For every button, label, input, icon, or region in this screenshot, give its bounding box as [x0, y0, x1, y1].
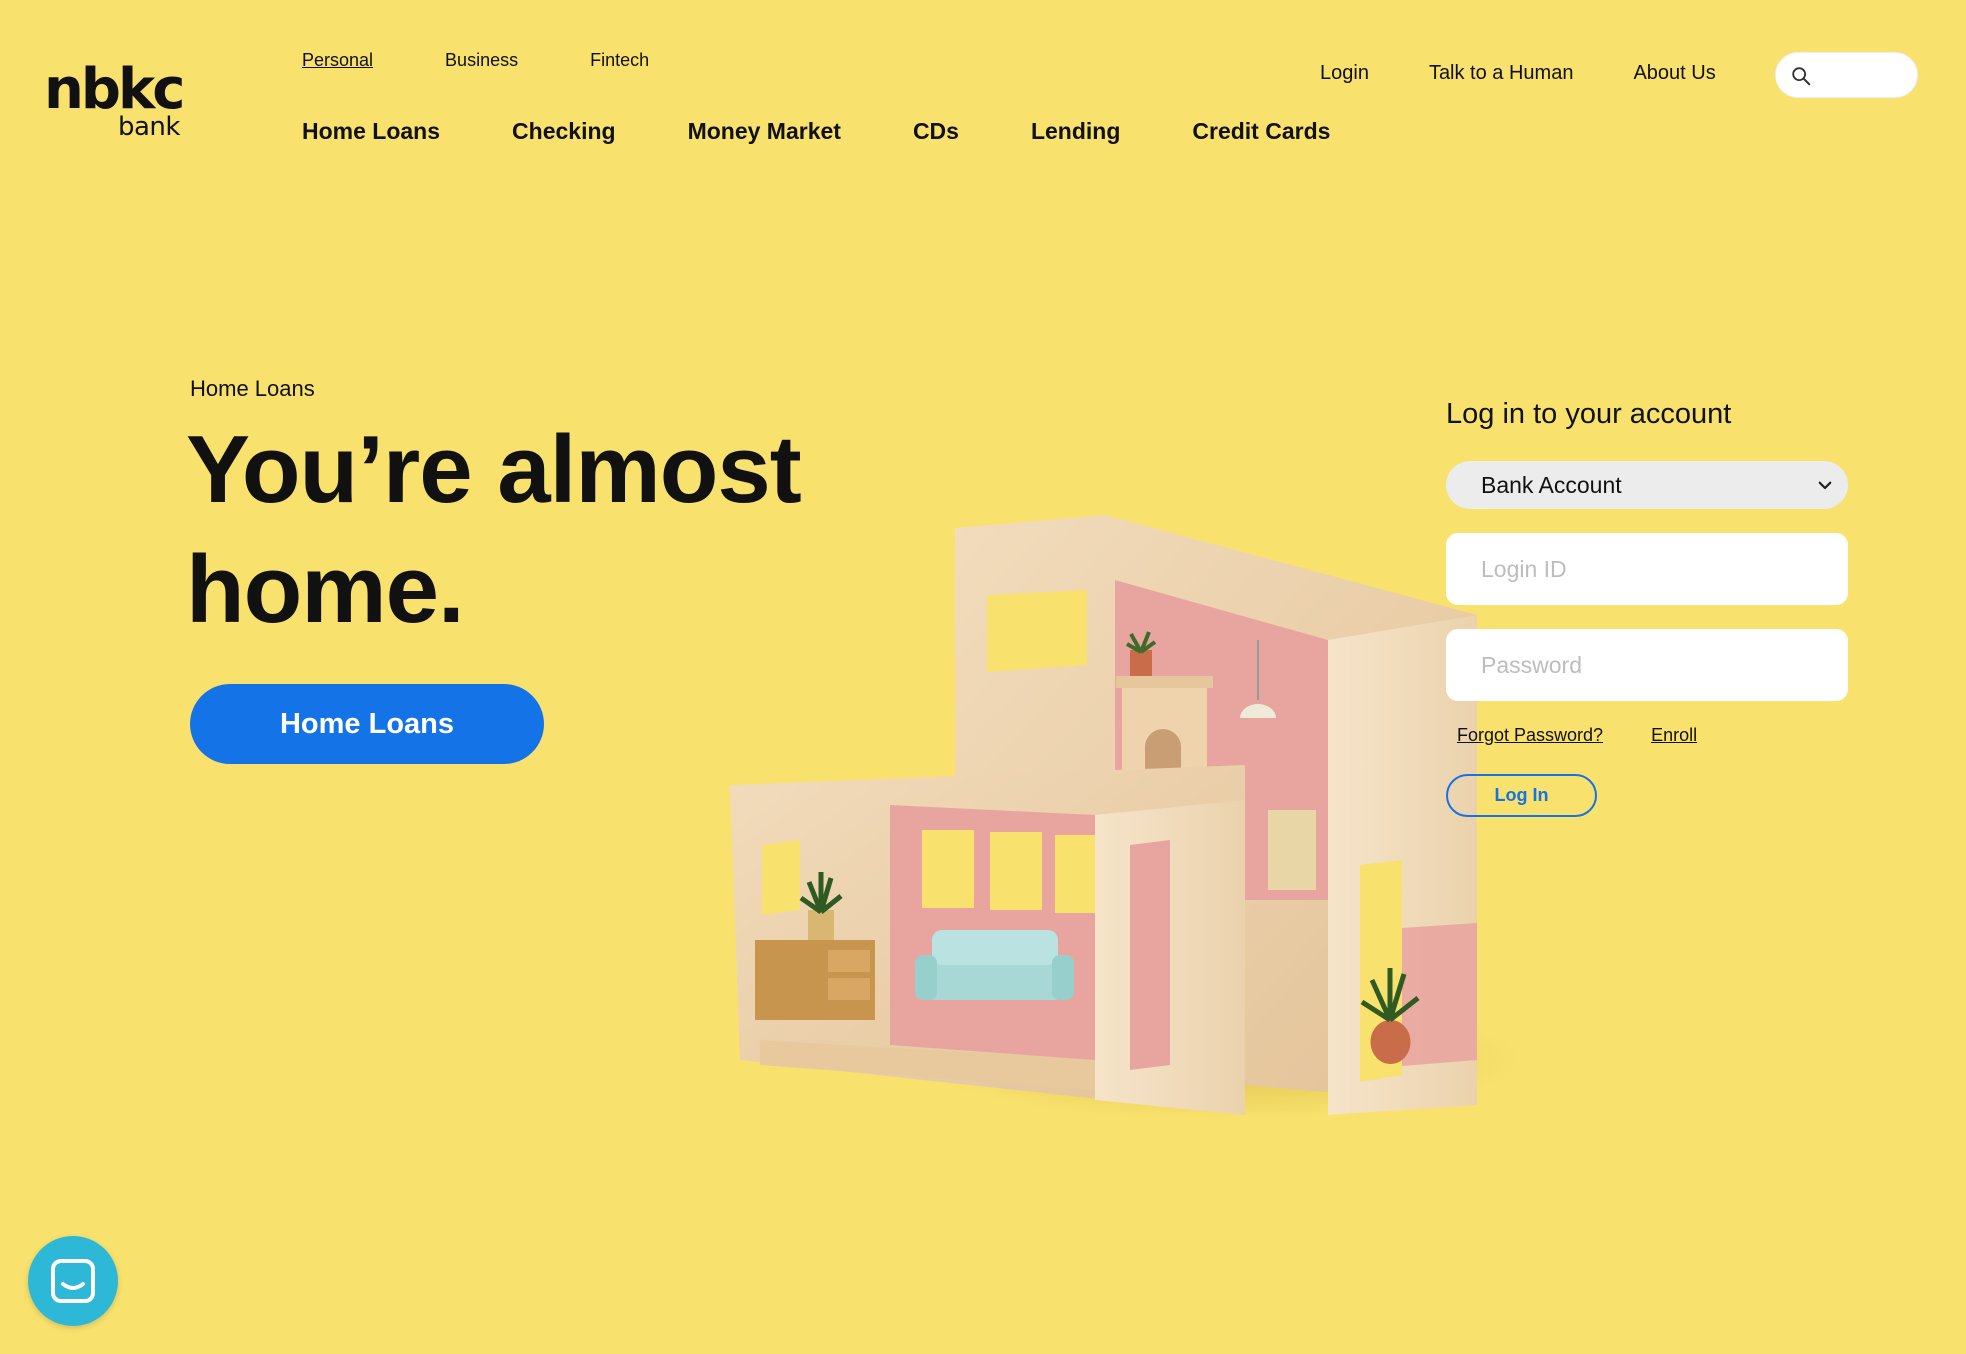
nav-checking[interactable]: Checking: [512, 118, 616, 145]
hero-eyebrow: Home Loans: [190, 376, 315, 401]
about-us-link[interactable]: About Us: [1633, 62, 1715, 85]
segment-nav: Personal Business Fintech: [302, 50, 721, 71]
password-field[interactable]: [1446, 629, 1848, 701]
forgot-password-link[interactable]: Forgot Password?: [1457, 725, 1603, 746]
nav-cds[interactable]: CDs: [913, 118, 959, 145]
chevron-down-icon: [1818, 481, 1832, 490]
login-panel: Log in to your account Bank Account Forg…: [1446, 398, 1848, 817]
logo-wordmark: nbkc: [44, 57, 185, 122]
home-loans-button[interactable]: Home Loans: [190, 684, 544, 764]
search-input[interactable]: [1818, 59, 1910, 93]
nav-credit-cards[interactable]: Credit Cards: [1192, 118, 1330, 145]
search-icon: [1792, 67, 1811, 86]
chat-icon: [51, 1259, 95, 1303]
nav-money-market[interactable]: Money Market: [688, 118, 841, 145]
segment-personal[interactable]: Personal: [302, 50, 373, 71]
nav-home-loans[interactable]: Home Loans: [302, 118, 440, 145]
nbkc-logo[interactable]: nbkc bank: [44, 57, 185, 152]
talk-to-human-link[interactable]: Talk to a Human: [1429, 62, 1574, 85]
utility-nav: Login Talk to a Human About Us: [1320, 62, 1716, 85]
login-links: Forgot Password? Enroll: [1446, 725, 1848, 746]
login-id-field[interactable]: [1446, 533, 1848, 605]
account-type-select[interactable]: Bank Account: [1446, 461, 1848, 509]
account-type-value: Bank Account: [1481, 472, 1622, 498]
login-link[interactable]: Login: [1320, 62, 1369, 85]
enroll-link[interactable]: Enroll: [1651, 725, 1697, 746]
nav-lending[interactable]: Lending: [1031, 118, 1120, 145]
logo-subtitle: bank: [118, 112, 180, 142]
chat-launcher-button[interactable]: [28, 1236, 118, 1326]
dollhouse-image: [730, 515, 1520, 1120]
log-in-button[interactable]: Log In: [1446, 774, 1597, 817]
search-box[interactable]: [1775, 52, 1918, 98]
login-title: Log in to your account: [1446, 398, 1732, 430]
main-nav: Home Loans Checking Money Market CDs Len…: [302, 118, 1402, 145]
segment-business[interactable]: Business: [445, 50, 518, 71]
segment-fintech[interactable]: Fintech: [590, 50, 649, 71]
